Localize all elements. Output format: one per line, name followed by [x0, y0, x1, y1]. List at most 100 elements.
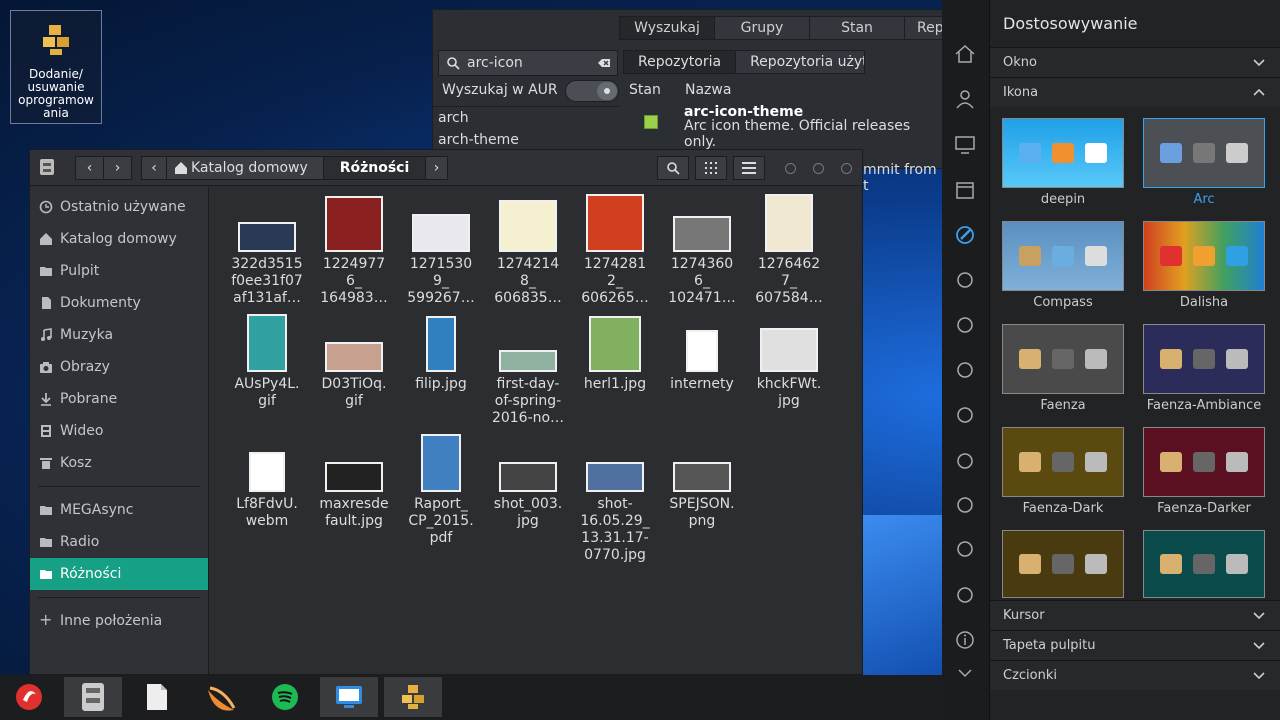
calendar-icon[interactable] — [954, 179, 976, 201]
file-item[interactable]: Raport_ CP_2015. pdf — [401, 434, 481, 547]
file-item[interactable]: filip.jpg — [401, 314, 481, 393]
icon-theme-option[interactable]: Dalisha — [1143, 221, 1265, 310]
display-icon[interactable] — [954, 134, 976, 156]
sidebar-item-desktop[interactable]: Pulpit — [30, 255, 208, 287]
taskbar-orange-app[interactable] — [192, 677, 250, 717]
icon-theme-option[interactable]: Faenza-Dark — [1002, 427, 1124, 516]
info-icon[interactable] — [954, 629, 976, 651]
tab-repositories[interactable]: Repozytoria — [623, 50, 737, 74]
sidebar-item-home[interactable]: Katalog domowy — [30, 223, 208, 255]
file-item[interactable]: khckFWt. jpg — [749, 314, 829, 410]
grid-view-button[interactable] — [695, 156, 727, 180]
file-item[interactable]: internety — [662, 314, 742, 393]
file-item[interactable]: herl1.jpg — [575, 314, 655, 393]
list-item[interactable]: arch — [433, 107, 619, 129]
network-icon[interactable] — [954, 269, 976, 291]
close-button[interactable] — [841, 163, 852, 174]
file-item[interactable]: D03TiOq. gif — [314, 314, 394, 410]
maximize-button[interactable] — [813, 163, 824, 174]
section-fonts[interactable]: Czcionki — [990, 660, 1280, 690]
sidebar-item-documents[interactable]: Dokumenty — [30, 287, 208, 319]
bluetooth-icon[interactable] — [954, 314, 976, 336]
desktop-icon-software-manager[interactable]: Dodanie/ usuwanie oprogramow ania — [10, 10, 102, 124]
tab-state[interactable]: Stan — [809, 16, 905, 40]
search-input[interactable]: arc-icon — [438, 50, 618, 76]
chevron-down-icon[interactable] — [954, 662, 976, 684]
icon-theme-option[interactable]: deepin — [1002, 118, 1124, 207]
file-item[interactable]: Lf8FdvU. webm — [227, 434, 307, 530]
sidebar-item-videos[interactable]: Wideo — [30, 415, 208, 447]
file-item[interactable]: 1274360 6_ 102471… — [662, 194, 742, 307]
section-window[interactable]: Okno — [990, 47, 1280, 77]
sidebar-item-music[interactable]: Muzyka — [30, 319, 208, 351]
taskbar-text-editor[interactable] — [128, 677, 186, 717]
sound-icon[interactable] — [954, 359, 976, 381]
file-item[interactable]: 1274281 2_ 606265… — [575, 194, 655, 307]
icon-theme-option[interactable] — [1002, 530, 1124, 598]
section-wallpaper[interactable]: Tapeta pulpitu — [990, 630, 1280, 660]
file-item[interactable]: maxresde fault.jpg — [314, 434, 394, 530]
sidebar-item-other-locations[interactable]: + Inne położenia — [30, 605, 208, 637]
tab-user-repositories[interactable]: Repozytoria użytkowników Ar — [735, 50, 866, 74]
personalization-icon[interactable] — [954, 224, 976, 246]
taskbar-launcher[interactable] — [0, 677, 58, 717]
package-state-checkbox[interactable] — [644, 115, 658, 129]
keyboard-icon[interactable] — [954, 538, 976, 560]
home-icon[interactable] — [954, 43, 976, 65]
back-button[interactable]: ‹ — [75, 156, 104, 180]
icon-theme-option[interactable]: Faenza-Darker — [1143, 427, 1265, 516]
column-state[interactable]: Stan — [629, 82, 661, 98]
taskbar-remote-desktop[interactable] — [320, 677, 378, 717]
sidebar-item-recent[interactable]: Ostatnio używane — [30, 191, 208, 223]
mouse-icon[interactable] — [954, 494, 976, 516]
path-left-button[interactable]: ‹ — [141, 156, 167, 180]
section-icon[interactable]: Ikona — [990, 77, 1280, 107]
minimize-button[interactable] — [785, 163, 796, 174]
file-item[interactable]: first-day-of-spring- 2016-no… — [488, 314, 568, 427]
taskbar-spotify[interactable] — [256, 677, 314, 717]
sidebar-item-pictures[interactable]: Obrazy — [30, 351, 208, 383]
power-icon[interactable] — [954, 450, 976, 472]
file-item[interactable]: 1274214 8_ 606835… — [488, 194, 568, 307]
file-item[interactable]: 322d3515 f0ee31f07 af131af… — [227, 194, 307, 307]
tab-search[interactable]: Wyszukaj — [619, 16, 715, 40]
file-name-line: 606265… — [581, 290, 649, 306]
file-item[interactable]: shot- 16.05.29_ 13.31.17- 0770.jpg — [575, 434, 655, 564]
user-icon[interactable] — [954, 88, 976, 110]
file-item[interactable]: AUsPy4L. gif — [227, 314, 307, 410]
breadcrumb-current[interactable]: Różności — [323, 156, 426, 180]
sidebar-item-misc[interactable]: Różności — [30, 558, 208, 590]
function-icon[interactable] — [954, 584, 976, 606]
sidebar-item-trash[interactable]: Kosz — [30, 447, 208, 479]
file-item[interactable]: shot_003. jpg — [488, 434, 568, 530]
search-button[interactable] — [657, 156, 689, 180]
app-menu-button[interactable] — [34, 156, 60, 180]
package-row[interactable]: arc-icon-theme Arc icon theme. Official … — [684, 104, 944, 150]
file-item[interactable]: 1271530 9_ 599267… — [401, 194, 481, 307]
file-item[interactable]: SPEJSON. png — [662, 434, 742, 530]
theme-label: Faenza — [1040, 398, 1086, 413]
path-right-button[interactable]: › — [425, 156, 448, 180]
icon-theme-option[interactable]: Arc — [1143, 118, 1265, 207]
column-name[interactable]: Nazwa — [685, 82, 731, 98]
menu-button[interactable] — [733, 156, 765, 180]
taskbar-software-manager[interactable] — [384, 677, 442, 717]
icon-theme-option[interactable] — [1143, 530, 1265, 598]
forward-button[interactable]: › — [103, 156, 132, 180]
clock-icon[interactable] — [954, 404, 976, 426]
aur-toggle[interactable] — [565, 80, 619, 102]
icon-theme-option[interactable]: Compass — [1002, 221, 1124, 310]
file-item[interactable]: 1276462 7_ 607584… — [749, 194, 829, 307]
sidebar-item-radio[interactable]: Radio — [30, 526, 208, 558]
tab-groups[interactable]: Grupy — [714, 16, 810, 40]
section-cursor[interactable]: Kursor — [990, 600, 1280, 630]
icon-theme-option[interactable]: Faenza — [1002, 324, 1124, 413]
icon-theme-option[interactable]: Faenza-Ambiance — [1143, 324, 1265, 413]
list-item[interactable]: arch-theme — [433, 129, 619, 151]
taskbar-file-manager[interactable] — [64, 677, 122, 717]
sidebar-item-megasync[interactable]: MEGAsync — [30, 494, 208, 526]
file-item[interactable]: 1224977 6_ 164983… — [314, 194, 394, 307]
breadcrumb-home[interactable]: Katalog domowy — [166, 156, 324, 180]
sidebar-item-downloads[interactable]: Pobrane — [30, 383, 208, 415]
clear-input-icon[interactable] — [597, 56, 611, 70]
